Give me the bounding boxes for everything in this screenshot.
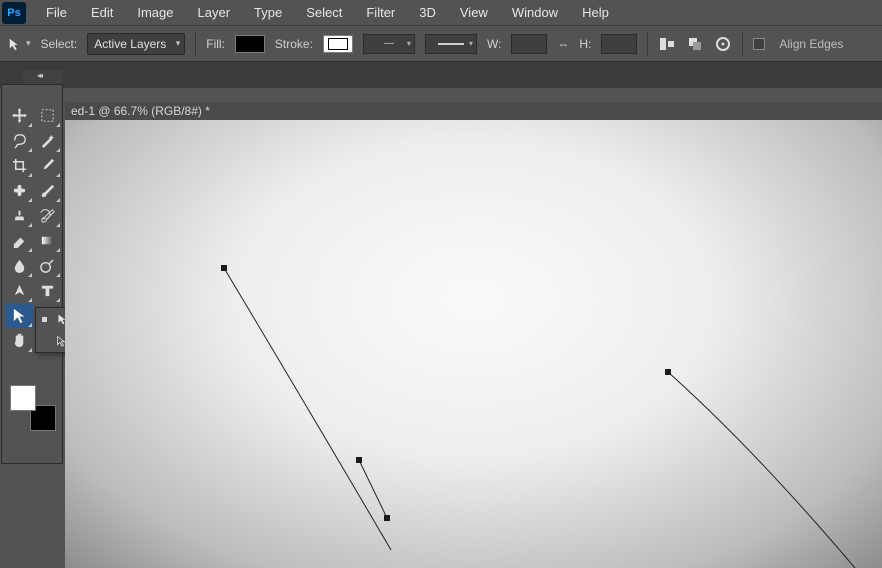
align-edges-label: Align Edges	[779, 37, 843, 51]
stroke-swatch[interactable]	[323, 35, 353, 53]
active-marker-icon	[42, 317, 47, 322]
document-title-bar: ed-1 @ 66.7% (RGB/8#) *	[65, 102, 882, 120]
fill-label: Fill:	[206, 37, 225, 51]
divider	[195, 32, 196, 56]
menu-image[interactable]: Image	[125, 2, 185, 23]
hand-tool[interactable]	[5, 328, 33, 353]
select-label: Select:	[41, 37, 78, 51]
eraser-tool[interactable]	[5, 228, 33, 253]
gradient-tool[interactable]	[33, 228, 61, 253]
divider	[742, 32, 743, 56]
stroke-label: Stroke:	[275, 37, 313, 51]
color-swatches[interactable]	[10, 385, 56, 431]
magic-wand-tool[interactable]	[33, 128, 61, 153]
move-tool[interactable]	[5, 103, 33, 128]
menu-select[interactable]: Select	[294, 2, 354, 23]
marquee-tool[interactable]	[33, 103, 61, 128]
spot-heal-tool[interactable]	[5, 178, 33, 203]
blur-tool[interactable]	[5, 253, 33, 278]
w-label: W:	[487, 37, 501, 51]
anchor-point[interactable]	[665, 369, 671, 375]
path-arrange-icon[interactable]	[686, 35, 704, 53]
select-value: Active Layers	[94, 37, 166, 51]
crop-tool[interactable]	[5, 153, 33, 178]
h-label: H:	[579, 37, 591, 51]
stroke-style-dropdown[interactable]	[425, 34, 477, 54]
select-dropdown[interactable]: Active Layers	[87, 33, 185, 55]
paths-overlay	[65, 120, 882, 568]
menu-edit[interactable]: Edit	[79, 2, 125, 23]
chevron-down-icon: ▾	[26, 38, 31, 49]
fill-swatch[interactable]	[235, 35, 265, 53]
menu-bar: Ps File Edit Image Layer Type Select Fil…	[0, 0, 882, 26]
document-title: ed-1 @ 66.7% (RGB/8#) *	[71, 104, 210, 118]
history-brush-tool[interactable]	[33, 203, 61, 228]
link-wh-icon[interactable]: ⇔	[557, 37, 569, 51]
menu-3d[interactable]: 3D	[407, 2, 448, 23]
canvas[interactable]	[65, 120, 882, 568]
path-options-icon[interactable]	[714, 35, 732, 53]
menu-window[interactable]: Window	[500, 2, 570, 23]
clone-stamp-tool[interactable]	[5, 203, 33, 228]
menu-view[interactable]: View	[448, 2, 500, 23]
path-align-icon[interactable]	[658, 35, 676, 53]
menu-layer[interactable]: Layer	[186, 2, 243, 23]
pen-tool[interactable]	[5, 278, 33, 303]
menu-type[interactable]: Type	[242, 2, 294, 23]
path-arrow-icon	[8, 37, 22, 51]
anchor-point[interactable]	[384, 515, 390, 521]
anchor-point[interactable]	[221, 265, 227, 271]
foreground-color-swatch[interactable]	[10, 385, 36, 411]
menu-filter[interactable]: Filter	[354, 2, 407, 23]
active-tool-indicator[interactable]: ▾	[8, 37, 31, 51]
height-field[interactable]	[601, 34, 637, 54]
width-field[interactable]	[511, 34, 547, 54]
align-edges-checkbox[interactable]	[753, 38, 765, 50]
app-logo: Ps	[2, 2, 26, 24]
menu-file[interactable]: File	[34, 2, 79, 23]
stroke-width-dropdown[interactable]: ―	[363, 34, 415, 54]
path-selection-tool[interactable]	[5, 303, 33, 328]
panel-collapse-tab[interactable]	[23, 70, 63, 84]
eyedropper-tool[interactable]	[33, 153, 61, 178]
type-tool[interactable]	[33, 278, 61, 303]
lasso-tool[interactable]	[5, 128, 33, 153]
menu-help[interactable]: Help	[570, 2, 621, 23]
brush-tool[interactable]	[33, 178, 61, 203]
document-tab-bar	[0, 62, 882, 88]
options-bar: ▾ Select: Active Layers Fill: Stroke: ― …	[0, 26, 882, 62]
dodge-tool[interactable]	[33, 253, 61, 278]
anchor-point[interactable]	[356, 457, 362, 463]
divider	[647, 32, 648, 56]
tools-panel	[1, 84, 63, 464]
